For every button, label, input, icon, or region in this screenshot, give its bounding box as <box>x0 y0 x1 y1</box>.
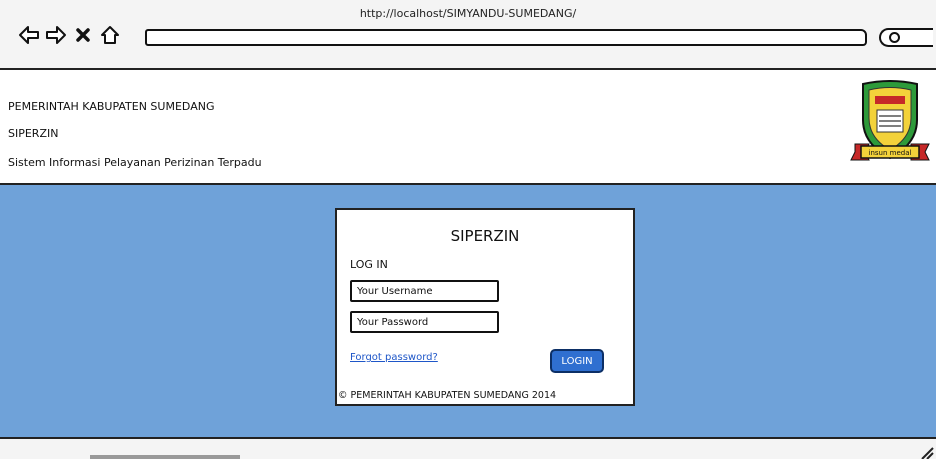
header-app-description: Sistem Informasi Pelayanan Perizinan Ter… <box>8 156 262 169</box>
browser-toolbar: http://localhost/SIMYANDU-SUMEDANG/ <box>0 0 936 70</box>
username-input[interactable] <box>350 280 499 302</box>
search-icon <box>889 32 900 43</box>
browser-url: http://localhost/SIMYANDU-SUMEDANG/ <box>359 7 577 20</box>
header-app-name: SIPERZIN <box>8 127 59 140</box>
home-icon[interactable] <box>99 24 121 46</box>
logo-motto: insun medal <box>869 149 912 157</box>
forward-arrow-icon[interactable] <box>45 24 67 46</box>
main-content: SIPERZIN LOG IN Forgot password? LOGIN ©… <box>0 185 936 437</box>
login-button[interactable]: LOGIN <box>550 349 604 373</box>
login-heading: LOG IN <box>350 258 388 271</box>
horizontal-scrollbar[interactable] <box>90 455 240 459</box>
login-title: SIPERZIN <box>450 227 520 245</box>
browser-nav-group <box>18 24 121 46</box>
back-arrow-icon[interactable] <box>18 24 40 46</box>
close-icon[interactable] <box>72 24 94 46</box>
sumedang-crest-icon: insun medal <box>847 80 933 168</box>
copyright-text: © PEMERINTAH KABUPATEN SUMEDANG 2014 <box>338 390 557 401</box>
password-input[interactable] <box>350 311 499 333</box>
login-panel: SIPERZIN LOG IN Forgot password? LOGIN ©… <box>335 208 635 406</box>
resize-handle-icon[interactable] <box>920 445 934 459</box>
page-header: PEMERINTAH KABUPATEN SUMEDANG SIPERZIN S… <box>0 70 936 185</box>
browser-status-bar <box>0 437 936 459</box>
browser-search-button[interactable] <box>879 28 933 47</box>
address-bar[interactable] <box>145 29 867 46</box>
header-government-name: PEMERINTAH KABUPATEN SUMEDANG <box>8 100 215 113</box>
forgot-password-link[interactable]: Forgot password? <box>350 352 438 363</box>
